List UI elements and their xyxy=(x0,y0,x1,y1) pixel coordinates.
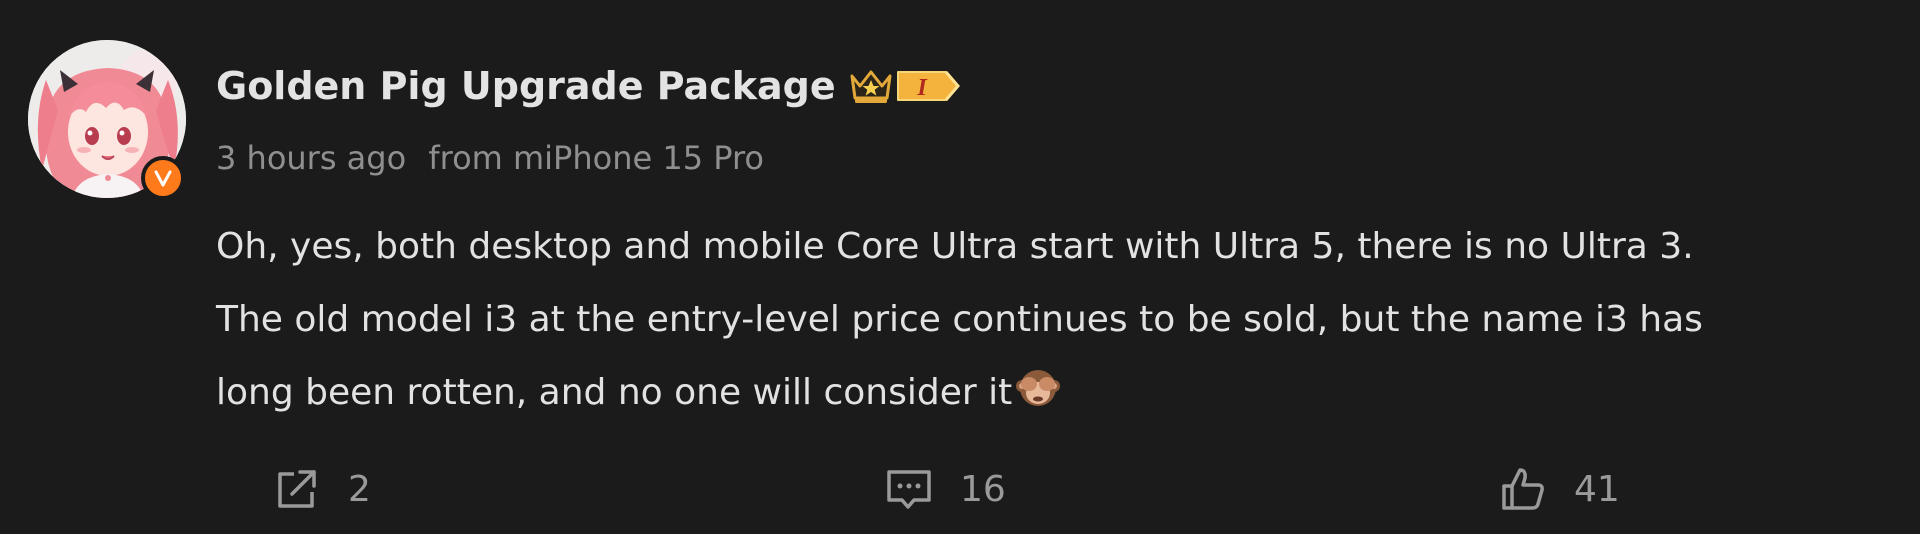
post-time[interactable]: 3 hours ago xyxy=(216,139,406,177)
weibo-post: Golden Pig Upgrade Package I 3 hours ago… xyxy=(0,0,1920,534)
verified-badge xyxy=(141,156,185,200)
like-count: 41 xyxy=(1574,468,1620,510)
post-content: Oh, yes, both desktop and mobile Core Ul… xyxy=(216,210,1896,429)
see-no-evil-monkey-icon xyxy=(1012,370,1062,413)
username[interactable]: Golden Pig Upgrade Package xyxy=(216,64,836,108)
content-line: The old model i3 at the entry-level pric… xyxy=(216,299,1703,340)
content-line: Oh, yes, both desktop and mobile Core Ul… xyxy=(216,226,1694,267)
comment-button[interactable]: 16 xyxy=(884,453,1006,525)
post-source: from miPhone 15 Pro xyxy=(428,139,764,177)
level-badge[interactable]: I xyxy=(896,66,960,106)
username-row: Golden Pig Upgrade Package I xyxy=(216,60,960,112)
post-meta: 3 hours ago from miPhone 15 Pro xyxy=(216,139,776,177)
comment-count: 16 xyxy=(960,468,1006,510)
crown-icon[interactable] xyxy=(848,66,894,106)
content-text: long been rotten, and no one will consid… xyxy=(216,372,1013,413)
thumbs-up-icon xyxy=(1502,468,1544,510)
action-bar: 2 16 41 xyxy=(0,453,1920,525)
content-line: long been rotten, and no one will consid… xyxy=(216,356,1896,429)
comment-icon xyxy=(887,470,931,509)
verified-v-icon xyxy=(154,170,172,187)
repost-button[interactable]: 2 xyxy=(272,453,371,525)
repost-count: 2 xyxy=(348,468,371,510)
level-badge-text: I xyxy=(916,75,928,101)
user-badges: I xyxy=(848,66,960,106)
like-button[interactable]: 41 xyxy=(1498,453,1620,525)
share-out-icon xyxy=(278,470,316,508)
